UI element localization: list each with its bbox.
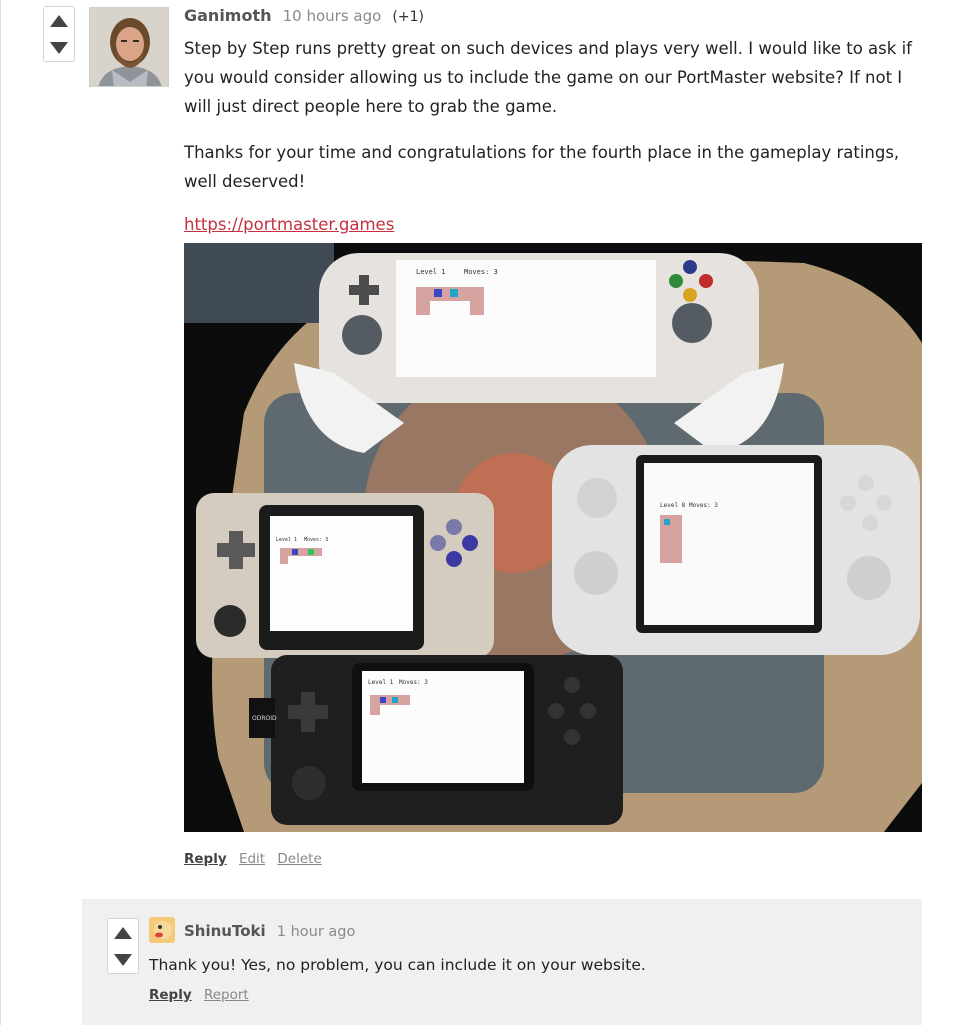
triangle-up-icon (114, 927, 132, 939)
reply-author[interactable]: ShinuToki (184, 922, 266, 940)
screen-level-label: Level 1 (416, 268, 446, 276)
screen-moves-label: Moves: 3 (399, 679, 428, 686)
reply-avatar[interactable] (149, 917, 175, 943)
screen-moves-label: Moves: 3 (464, 268, 498, 276)
screen-level-label: Level 1 (368, 679, 394, 686)
downvote-button[interactable] (108, 946, 138, 973)
comment-author[interactable]: Ganimoth (184, 6, 272, 25)
downvote-button[interactable] (44, 34, 74, 61)
reply-link[interactable]: Reply (184, 851, 227, 867)
report-link[interactable]: Report (204, 987, 249, 1003)
comment-paragraph: Step by Step runs pretty great on such d… (184, 39, 912, 116)
comment-vote-widget (43, 6, 75, 62)
avatar-portrait-image (90, 8, 168, 86)
triangle-down-icon (114, 954, 132, 966)
reply-actions: Reply Report (149, 987, 257, 1003)
upvote-button[interactable] (108, 919, 138, 946)
reply-link[interactable]: Reply (149, 987, 192, 1003)
comment-time[interactable]: 10 hours ago (283, 7, 382, 25)
comment-score: (+1) (392, 9, 424, 25)
portmaster-link[interactable]: https://portmaster.games (184, 215, 394, 234)
comment-actions: Reply Edit Delete (184, 851, 330, 867)
triangle-down-icon (50, 42, 68, 54)
comment-paragraph: Thanks for your time and congratulations… (184, 143, 900, 191)
comment-header: Ganimoth 10 hours ago (+1) (184, 6, 424, 25)
reply-vote-widget (107, 918, 139, 974)
attached-photo[interactable]: ODROID Level 1 Moves: 3 Level 1 Moves: 3… (184, 243, 922, 832)
comment-body: Step by Step runs pretty great on such d… (184, 34, 914, 121)
page-left-border (0, 0, 1, 1025)
screen-level-label: Level 8 (660, 502, 686, 509)
handheld-devices-photo: ODROID Level 1 Moves: 3 Level 1 Moves: 3… (184, 243, 922, 832)
screen-level-label: Level 1 (276, 537, 297, 543)
delete-link[interactable]: Delete (277, 851, 321, 867)
reply-header: ShinuToki 1 hour ago (184, 921, 355, 940)
triangle-up-icon (50, 15, 68, 27)
reply-body: Thank you! Yes, no problem, you can incl… (149, 956, 646, 974)
reply-avatar-image (149, 917, 175, 943)
edit-link[interactable]: Edit (239, 851, 265, 867)
screen-moves-label: Moves: 3 (304, 537, 328, 543)
reply-time[interactable]: 1 hour ago (277, 924, 356, 940)
comment-body-2: Thanks for your time and congratulations… (184, 138, 914, 196)
avatar[interactable] (89, 7, 169, 87)
device-brand-label: ODROID (252, 715, 277, 722)
upvote-button[interactable] (44, 7, 74, 34)
screen-moves-label: Moves: 3 (689, 502, 718, 509)
